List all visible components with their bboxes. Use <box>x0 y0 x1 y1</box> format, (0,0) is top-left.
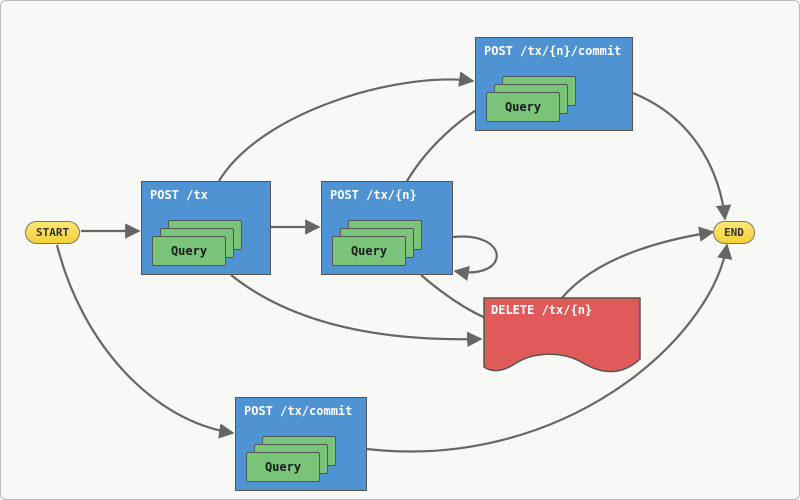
edge-txn-selfloop <box>453 236 497 272</box>
node-post-txn-commit: POST /tx/{n}/commit Query <box>475 37 633 131</box>
node-post-tx-commit-title: POST /tx/commit <box>244 404 352 418</box>
edge-delete-to-end <box>561 232 713 299</box>
start-label: START <box>36 226 69 239</box>
query-card-top: Query <box>332 236 406 266</box>
node-post-txn: POST /tx/{n} Query <box>321 181 453 275</box>
edge-commitn-to-end <box>633 93 725 219</box>
query-label: Query <box>351 244 387 258</box>
end-label: END <box>724 226 744 239</box>
diagram-canvas: START END POST /tx Query POST /tx/{n} Qu… <box>0 0 800 500</box>
node-post-tx: POST /tx Query <box>141 181 271 275</box>
query-card-top: Query <box>486 92 560 122</box>
end-node: END <box>713 221 755 244</box>
query-label: Query <box>505 100 541 114</box>
query-label: Query <box>265 460 301 474</box>
query-card-top: Query <box>246 452 320 482</box>
edge-tx-to-delete <box>231 275 481 339</box>
node-post-tx-commit: POST /tx/commit Query <box>235 397 367 491</box>
node-post-txn-title: POST /tx/{n} <box>330 188 417 202</box>
query-stack: Query <box>332 220 424 266</box>
node-post-txn-commit-title: POST /tx/{n}/commit <box>484 44 621 58</box>
edge-tx-to-commitn <box>219 79 473 181</box>
query-card-top: Query <box>152 236 226 266</box>
query-stack: Query <box>246 436 338 482</box>
query-stack: Query <box>486 76 578 122</box>
node-post-tx-title: POST /tx <box>150 188 208 202</box>
node-delete-txn-title: DELETE /tx/{n} <box>491 303 592 317</box>
query-stack: Query <box>152 220 244 266</box>
query-label: Query <box>171 244 207 258</box>
start-node: START <box>25 221 80 244</box>
node-delete-txn: DELETE /tx/{n} <box>483 297 641 379</box>
